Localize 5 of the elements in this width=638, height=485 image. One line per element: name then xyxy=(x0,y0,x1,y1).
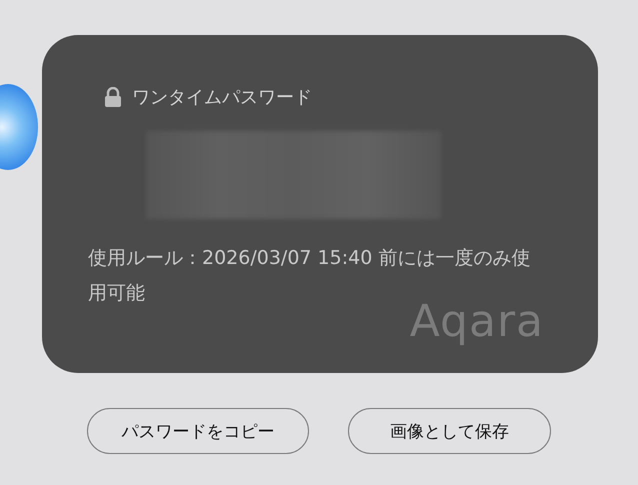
usage-rule-text: 使用ルール：2026/03/07 15:40 前には一度のみ使用可能 xyxy=(88,246,530,304)
action-button[interactable]: パスワードをコピー xyxy=(87,408,309,454)
lock-icon xyxy=(104,87,122,107)
card-title: ワンタイムパスワード xyxy=(132,86,312,109)
action-button[interactable]: 画像として保存 xyxy=(348,408,551,454)
